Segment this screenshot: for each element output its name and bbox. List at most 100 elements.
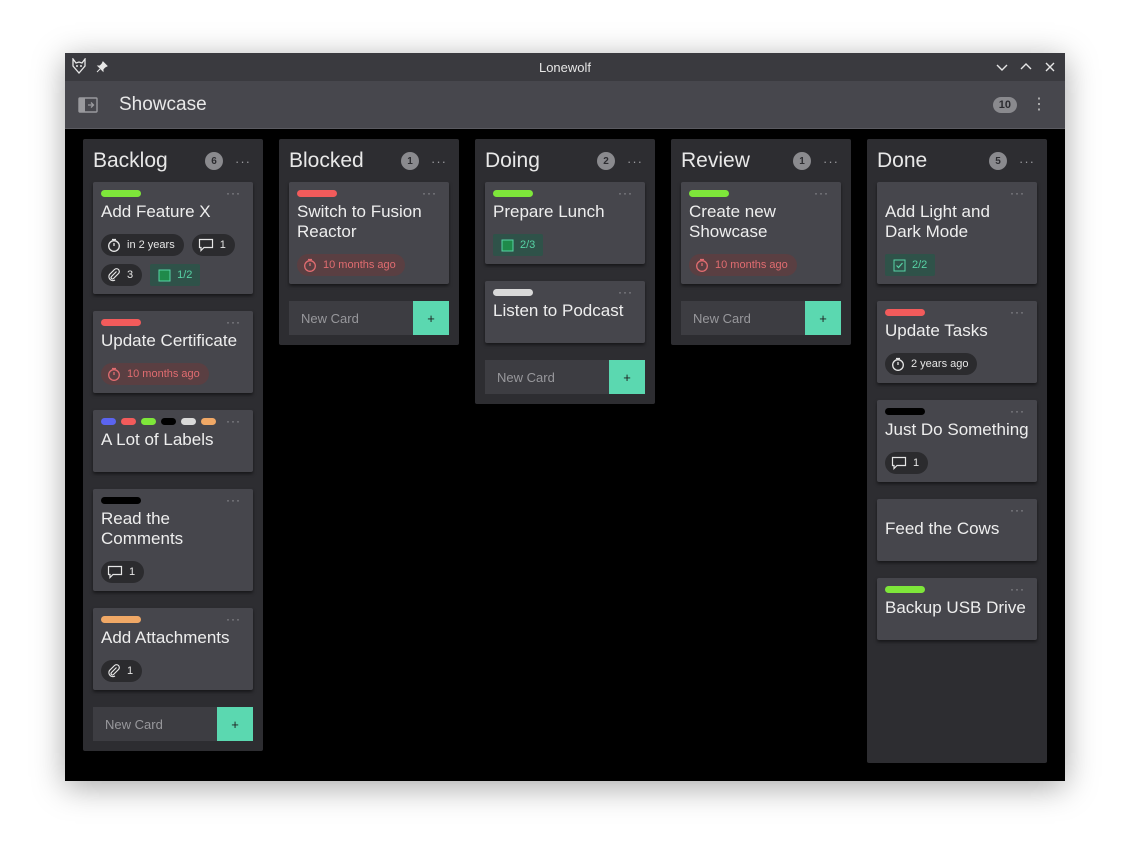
list-menu-icon[interactable]: ···	[431, 154, 447, 169]
badge-text: 1	[127, 665, 134, 677]
label-red	[101, 319, 141, 326]
overdue-badge: 10 months ago	[689, 254, 797, 276]
card-menu-icon[interactable]: ···	[226, 493, 241, 507]
card-menu-icon[interactable]: ···	[226, 612, 241, 626]
label-black	[161, 418, 176, 425]
card-menu-icon[interactable]: ···	[814, 186, 829, 200]
card-menu-icon[interactable]: ···	[1010, 305, 1025, 319]
badge-text: 2 years ago	[911, 358, 969, 370]
comments-badge: 1	[885, 452, 929, 474]
card-title: Create new Showcase	[689, 202, 776, 241]
list-backlog: Backlog 6 ··· ··· Add Feature X in 2 years 1 3 1…	[83, 139, 263, 751]
card-menu-icon[interactable]: ···	[618, 285, 633, 299]
card-menu-icon[interactable]: ···	[226, 186, 241, 200]
card-menu-icon[interactable]: ···	[1010, 404, 1025, 418]
card-title: Just Do Something	[885, 420, 1029, 439]
checklist-done-icon	[893, 259, 906, 272]
card-badges: 2/2	[885, 254, 1029, 276]
card-menu-icon[interactable]: ···	[1010, 503, 1025, 517]
list-menu-icon[interactable]: ···	[235, 154, 251, 169]
list-title: Review	[681, 149, 750, 172]
attachments-badge: 3	[101, 264, 143, 286]
label-red	[121, 418, 136, 425]
new-card-input[interactable]	[289, 301, 413, 335]
card[interactable]: ··· A Lot of Labels	[93, 410, 253, 472]
card-labels	[297, 190, 441, 197]
list-menu-icon[interactable]: ···	[627, 154, 643, 169]
list-title: Blocked	[289, 149, 364, 172]
card[interactable]: ··· Add Light and Dark Mode 2/2	[877, 182, 1037, 284]
comment-icon	[107, 565, 123, 579]
new-card-form: +	[485, 360, 645, 394]
card[interactable]: ··· Add Feature X in 2 years 1 3 1/2	[93, 182, 253, 294]
pin-icon[interactable]	[95, 60, 109, 74]
list-count-badge: 6	[205, 152, 223, 170]
card[interactable]: ··· Create new Showcase 10 months ago	[681, 182, 841, 284]
comments-badge: 1	[101, 561, 145, 583]
card[interactable]: ··· Listen to Podcast	[485, 281, 645, 343]
card-menu-icon[interactable]: ···	[1010, 186, 1025, 200]
list-count-badge: 5	[989, 152, 1007, 170]
comments-badge: 1	[191, 234, 235, 256]
card-labels	[101, 497, 245, 504]
card-labels	[885, 408, 1029, 415]
card-badges: 1	[885, 452, 1029, 474]
add-card-button[interactable]: +	[413, 301, 449, 335]
timer-icon	[891, 357, 905, 371]
label-black	[101, 497, 141, 504]
badge-text: 2/2	[912, 259, 928, 271]
card[interactable]: ··· Backup USB Drive	[877, 578, 1037, 640]
list-header: Review 1 ···	[681, 147, 841, 175]
card-labels	[101, 319, 245, 326]
comment-icon	[891, 456, 907, 470]
card[interactable]: ··· Feed the Cows	[877, 499, 1037, 561]
board: Backlog 6 ··· ··· Add Feature X in 2 years 1 3 1…	[65, 129, 1065, 781]
list-done: Done 5 ··· ··· Add Light and Dark Mode 2/2 ···…	[867, 139, 1047, 763]
label-blue	[101, 418, 116, 425]
card[interactable]: ··· Add Attachments 1	[93, 608, 253, 690]
list-menu-icon[interactable]: ···	[823, 154, 839, 169]
minimize-icon[interactable]	[995, 60, 1009, 74]
card-title: Add Attachments	[101, 628, 230, 647]
comment-icon	[198, 238, 214, 252]
card-menu-icon[interactable]: ···	[422, 186, 437, 200]
overdue-badge: 10 months ago	[101, 363, 209, 385]
new-card-input[interactable]	[93, 707, 217, 741]
card-labels	[493, 190, 637, 197]
list-menu-icon[interactable]: ···	[1019, 154, 1035, 169]
app-window: Lonewolf Showcase 10 ⋮ Backlog 6 ··· ··· Add…	[65, 53, 1065, 781]
card[interactable]: ··· Prepare Lunch 2/3	[485, 182, 645, 264]
label-white	[181, 418, 196, 425]
card-menu-icon[interactable]: ···	[618, 186, 633, 200]
paperclip-icon	[107, 268, 121, 282]
add-card-button[interactable]: +	[609, 360, 645, 394]
label-red	[885, 309, 925, 316]
board-menu-icon[interactable]: ⋮	[1031, 96, 1047, 113]
card-menu-icon[interactable]: ···	[1010, 582, 1025, 596]
card-menu-icon[interactable]: ···	[226, 414, 241, 428]
card[interactable]: ··· Update Certificate 10 months ago	[93, 311, 253, 393]
card-badges: 10 months ago	[101, 363, 245, 385]
close-icon[interactable]	[1043, 60, 1057, 74]
badge-text: 1	[219, 239, 226, 251]
add-card-button[interactable]: +	[217, 707, 253, 741]
list-header: Backlog 6 ···	[93, 147, 253, 175]
badge-text: 1	[129, 566, 136, 578]
new-card-input[interactable]	[485, 360, 609, 394]
maximize-icon[interactable]	[1019, 60, 1033, 74]
card-title: Add Feature X	[101, 202, 211, 221]
card-title: Switch to Fusion Reactor	[297, 202, 422, 241]
badge-text: in 2 years	[127, 239, 175, 251]
card-title: Backup USB Drive	[885, 598, 1026, 617]
card-menu-icon[interactable]: ···	[226, 315, 241, 329]
new-card-input[interactable]	[681, 301, 805, 335]
checklist-badge: 2/3	[493, 234, 544, 256]
card-badges: 10 months ago	[689, 254, 833, 276]
add-card-button[interactable]: +	[805, 301, 841, 335]
card-labels	[689, 190, 833, 197]
card[interactable]: ··· Just Do Something 1	[877, 400, 1037, 482]
card[interactable]: ··· Update Tasks 2 years ago	[877, 301, 1037, 383]
card[interactable]: ··· Read the Comments 1	[93, 489, 253, 591]
card[interactable]: ··· Switch to Fusion Reactor 10 months ago	[289, 182, 449, 284]
sidebar-toggle-icon[interactable]	[78, 96, 98, 113]
